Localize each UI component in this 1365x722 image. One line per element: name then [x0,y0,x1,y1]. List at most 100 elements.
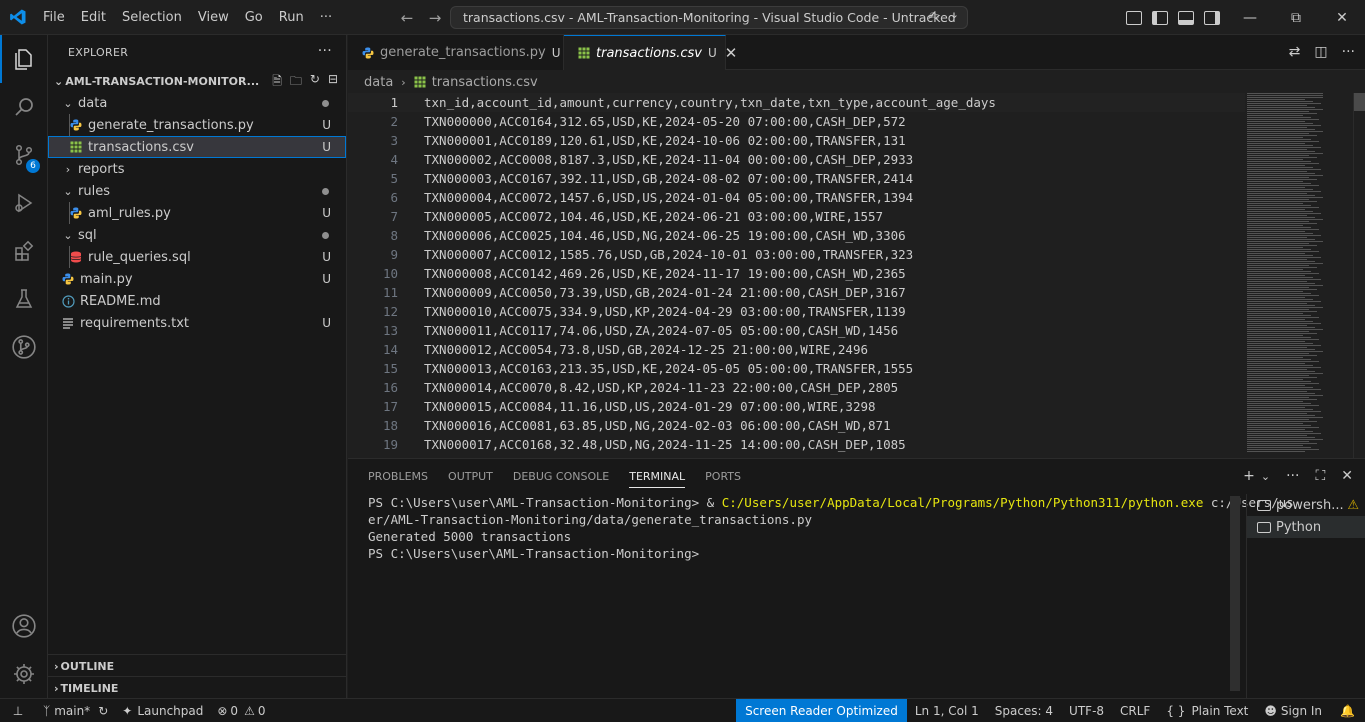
run-debug-icon[interactable] [0,179,48,227]
code-line[interactable]: 4 TXN000002,ACC0008,8187.3,USD,KE,2024-11… [348,150,1245,169]
menu-go[interactable]: Go [237,0,271,35]
source-control-icon[interactable]: 6 [0,131,48,179]
code-line[interactable]: 11 TXN000009,ACC0050,73.39,USD,GB,2024-01… [348,283,1245,302]
editor-scrollbar[interactable] [1353,93,1365,458]
code-line[interactable]: 10 TXN000008,ACC0142,469.26,USD,KE,2024-1… [348,264,1245,283]
sign-in[interactable]: ☻ Sign In [1256,699,1330,722]
menu-selection[interactable]: Selection [114,0,190,35]
chevron-down-icon[interactable]: ⌄ [1261,470,1270,483]
terminal-item-python[interactable]: Python [1247,516,1365,538]
close-panel-icon[interactable]: ✕ [1341,468,1353,484]
code-line[interactable]: 18 TXN000016,ACC0081,63.85,USD,NG,2024-02… [348,416,1245,435]
code-line[interactable]: 12 TXN000010,ACC0075,334.9,USD,KP,2024-04… [348,302,1245,321]
problems-indicator[interactable]: ⊗ 0 ⚠ 0 [210,699,272,722]
tree-folder-data[interactable]: ⌄ data [48,92,346,114]
accounts-icon[interactable] [0,602,48,650]
timeline-section[interactable]: › TIMELINE [48,676,346,699]
tab-debug-console[interactable]: DEBUG CONSOLE [503,459,619,494]
tree-file-requirements[interactable]: requirements.txt U [48,312,346,334]
close-window-icon[interactable]: ✕ [1319,0,1365,35]
outline-section[interactable]: › OUTLINE [48,654,346,677]
tab-ports[interactable]: PORTS [695,459,751,494]
encoding[interactable]: UTF-8 [1061,699,1112,722]
menu-edit[interactable]: Edit [73,0,114,35]
search-icon[interactable] [0,83,48,131]
branch-indicator[interactable]: ᛉ main* ↻ [36,699,115,722]
code-editor[interactable]: 1 txn_id,account_id,amount,currency,count… [348,93,1245,458]
timeline-header[interactable]: › TIMELINE [48,677,346,699]
tree-folder-rules[interactable]: ⌄ rules [48,180,346,202]
extensions-icon[interactable] [0,227,48,275]
command-center-search[interactable]: transactions.csv - AML-Transaction-Monit… [450,6,968,29]
sync-icon[interactable]: ↻ [98,704,108,718]
code-line[interactable]: 2 TXN000000,ACC0164,312.65,USD,KE,2024-05… [348,112,1245,131]
remote-indicator-icon[interactable]: ⊥ [0,699,36,722]
tree-file-generate-transactions[interactable]: generate_transactions.py U [48,114,346,136]
code-line[interactable]: 9 TXN000007,ACC0012,1585.76,USD,GB,2024-1… [348,245,1245,264]
tab-problems[interactable]: PROBLEMS [358,459,438,494]
screen-reader-mode[interactable]: Screen Reader Optimized [736,699,907,722]
menu-view[interactable]: View [190,0,237,35]
code-line[interactable]: 1 txn_id,account_id,amount,currency,count… [348,93,1245,112]
tab-generate-transactions[interactable]: generate_transactions.py U [348,35,564,70]
collapse-all-icon[interactable]: ⊟ [328,72,338,93]
forward-arrow-icon[interactable]: → [426,9,444,27]
back-arrow-icon[interactable]: ← [398,9,416,27]
refresh-icon[interactable]: ↻ [310,72,320,93]
code-line[interactable]: 8 TXN000006,ACC0025,104.46,USD,NG,2024-06… [348,226,1245,245]
notifications-bell-icon[interactable]: 🔔 [1330,699,1365,722]
tab-transactions-csv[interactable]: transactions.csv U ✕ [564,35,737,70]
new-terminal-icon[interactable]: + [1243,468,1255,484]
copilot-chat-icon[interactable]: ✍ [928,9,939,24]
scrollbar-thumb[interactable] [1354,93,1365,111]
code-line[interactable]: 6 TXN000004,ACC0072,1457.6,USD,US,2024-01… [348,188,1245,207]
tree-file-readme[interactable]: README.md [48,290,346,312]
more-actions-icon[interactable]: ··· [318,43,332,59]
menu-run[interactable]: Run [271,0,312,35]
code-line[interactable]: 13 TXN000011,ACC0117,74.06,USD,ZA,2024-07… [348,321,1245,340]
tree-folder-sql[interactable]: ⌄ sql [48,224,346,246]
tree-file-transactions-csv[interactable]: transactions.csv U [48,136,346,158]
minimap[interactable] [1245,93,1353,458]
code-line[interactable]: 16 TXN000014,ACC0070,8.42,USD,KP,2024-11-… [348,378,1245,397]
breadcrumb-file[interactable]: transactions.csv [432,75,538,90]
git-graph-icon[interactable] [0,323,48,371]
cursor-position[interactable]: Ln 1, Col 1 [907,699,987,722]
code-line[interactable]: 15 TXN000013,ACC0163,213.35,USD,KE,2024-0… [348,359,1245,378]
settings-gear-icon[interactable] [0,650,48,698]
code-line[interactable]: 14 TXN000012,ACC0054,73.8,USD,GB,2024-12-… [348,340,1245,359]
code-line[interactable]: 5 TXN000003,ACC0167,392.11,USD,GB,2024-08… [348,169,1245,188]
terminal-scrollbar[interactable] [1230,496,1240,691]
code-line[interactable]: 3 TXN000001,ACC0189,120.61,USD,KE,2024-10… [348,131,1245,150]
new-folder-icon[interactable]: 🗀 [290,72,302,93]
tree-file-rule-queries[interactable]: rule_queries.sql U [48,246,346,268]
code-line[interactable]: 7 TXN000005,ACC0072,104.46,USD,KE,2024-06… [348,207,1245,226]
workspace-section-header[interactable]: ⌄ AML-TRANSACTION-MONITOR... 🗎 🗀 ↻ ⊟ [48,70,346,92]
code-line[interactable]: 17 TXN000015,ACC0084,11.16,USD,US,2024-01… [348,397,1245,416]
customize-layout-icon[interactable] [1126,10,1142,25]
more-actions-icon[interactable]: ··· [1342,44,1355,60]
indentation[interactable]: Spaces: 4 [987,699,1061,722]
more-actions-icon[interactable]: ··· [1286,468,1299,484]
terminal-output[interactable]: PS C:\Users\user\AML-Transaction-Monitor… [368,494,1294,562]
menu-file[interactable]: File [35,0,73,35]
end-of-line[interactable]: CRLF [1112,699,1158,722]
language-mode[interactable]: { } Plain Text [1158,699,1256,722]
breadcrumb-folder[interactable]: data [364,75,393,90]
tab-output[interactable]: OUTPUT [438,459,503,494]
open-changes-icon[interactable]: ⇄ [1289,44,1301,60]
minimize-icon[interactable]: — [1227,0,1273,35]
tab-terminal[interactable]: TERMINAL [619,459,695,494]
toggle-secondary-sidebar-icon[interactable] [1204,10,1220,25]
code-line[interactable]: 19 TXN000017,ACC0168,32.48,USD,NG,2024-11… [348,435,1245,454]
close-tab-icon[interactable]: ✕ [725,44,738,62]
tree-file-main[interactable]: main.py U [48,268,346,290]
outline-header[interactable]: › OUTLINE [48,655,346,677]
toggle-primary-sidebar-icon[interactable] [1152,10,1168,25]
new-file-icon[interactable]: 🗎 [272,72,282,93]
tree-folder-reports[interactable]: › reports [48,158,346,180]
explorer-icon[interactable] [0,35,48,83]
vscode-logo-icon[interactable] [0,0,35,35]
chevron-down-icon[interactable]: ⌄ [950,8,959,21]
terminal-item-powershell[interactable]: powersh... ⚠ [1247,494,1365,516]
